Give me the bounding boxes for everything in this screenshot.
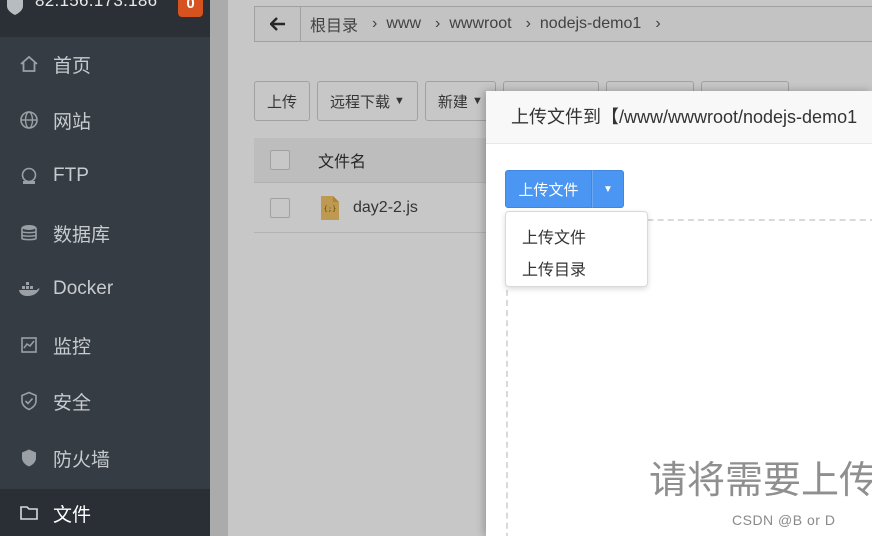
upload-dialog: 上传文件到【/www/wwwroot/nodejs-demo1 请将需要上传 上… [486, 91, 872, 536]
server-ip: 82.156.173.186 [35, 0, 158, 10]
firewall-icon [18, 447, 40, 469]
sidebar-item-label: FTP [53, 165, 89, 186]
docker-icon [18, 278, 40, 300]
sidebar-item-docker[interactable]: Docker [0, 265, 210, 313]
sidebar-item-home[interactable]: 首页 [0, 40, 210, 88]
watermark: CSDN @B or D [732, 512, 836, 528]
sidebar-item-label: 首页 [53, 55, 92, 77]
monitor-icon [18, 334, 40, 356]
sidebar: 82.156.173.186 0 首页 网站 FTP 数据库 Docker 监控… [0, 0, 210, 536]
server-shield-icon [7, 0, 23, 15]
shield-check-icon [18, 390, 40, 412]
notification-badge[interactable]: 0 [178, 0, 203, 17]
globe-icon [18, 109, 40, 131]
drop-hint: 请将需要上传 [649, 460, 872, 502]
home-icon [18, 53, 40, 75]
sidebar-item-firewall[interactable]: 防火墙 [0, 434, 210, 482]
sidebar-item-label: 安全 [53, 392, 92, 414]
sidebar-item-website[interactable]: 网站 [0, 96, 210, 144]
sidebar-item-label: 网站 [53, 111, 92, 133]
ftp-icon [18, 165, 40, 187]
database-icon [18, 222, 40, 244]
sidebar-item-label: Docker [53, 278, 114, 299]
upload-button-group: 上传文件 ▼ [505, 170, 624, 208]
upload-dropdown-toggle[interactable]: ▼ [592, 170, 624, 208]
upload-dropdown-menu: 上传文件 上传目录 [505, 211, 648, 287]
sidebar-item-label: 数据库 [53, 224, 111, 246]
caret-down-icon: ▼ [603, 183, 613, 195]
menu-item-upload-folder[interactable]: 上传目录 [522, 256, 586, 280]
sidebar-item-files[interactable]: 文件 [0, 489, 210, 536]
sidebar-item-label: 防火墙 [53, 449, 111, 471]
sidebar-item-label: 文件 [53, 504, 92, 526]
sidebar-item-ftp[interactable]: FTP [0, 152, 210, 200]
sidebar-item-database[interactable]: 数据库 [0, 209, 210, 257]
folder-icon [18, 502, 40, 524]
dialog-title: 上传文件到【/www/wwwroot/nodejs-demo1 [486, 91, 872, 144]
sidebar-item-security[interactable]: 安全 [0, 377, 210, 425]
sidebar-item-label: 监控 [53, 336, 92, 358]
menu-item-upload-file[interactable]: 上传文件 [522, 224, 586, 248]
server-header: 82.156.173.186 0 [0, 0, 210, 37]
sidebar-item-monitor[interactable]: 监控 [0, 321, 210, 369]
upload-file-button[interactable]: 上传文件 [505, 170, 592, 208]
